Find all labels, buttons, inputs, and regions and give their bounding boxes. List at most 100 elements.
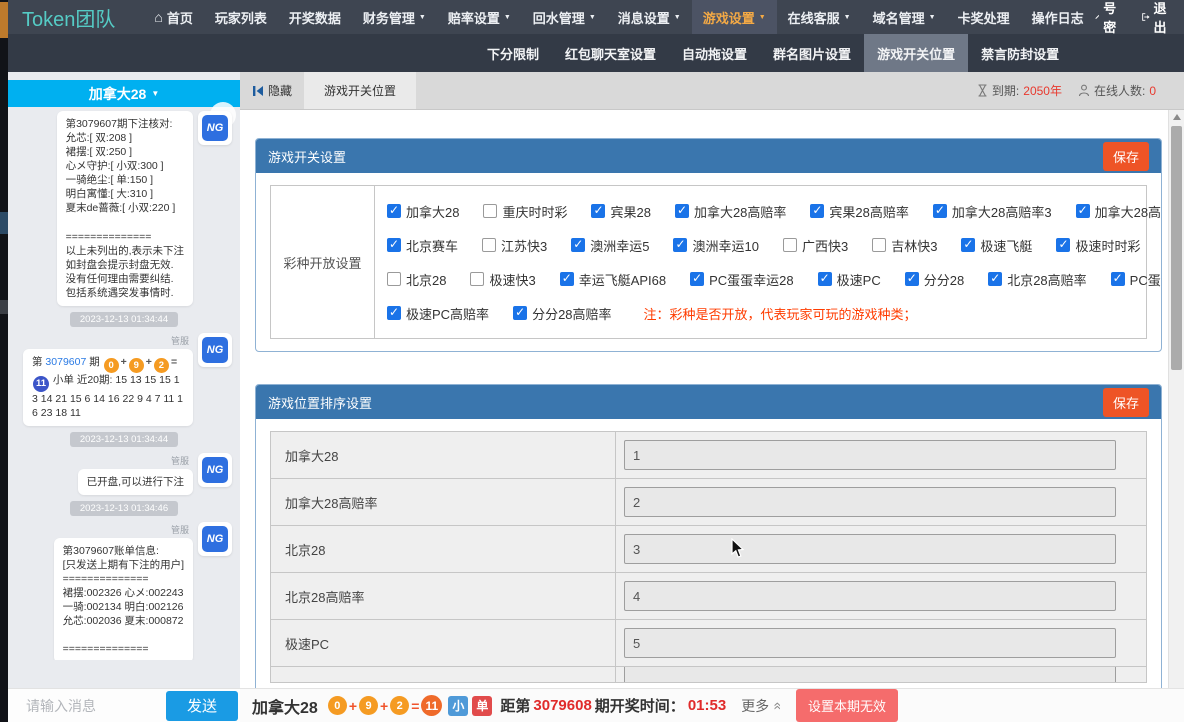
lottery-checkbox[interactable]: 加拿大28高赔率 bbox=[675, 202, 786, 221]
lottery-checkbox[interactable]: 广西快3 bbox=[783, 236, 848, 255]
brand-logo: Token团队 bbox=[22, 3, 115, 32]
topnav-item[interactable]: 域名管理▼ bbox=[862, 0, 947, 34]
lottery-checkbox[interactable]: 极速PC高赔率 bbox=[387, 304, 489, 323]
topnav-item[interactable]: 操作日志 bbox=[1021, 0, 1095, 34]
next-draw-info: 距第 3079608 期开奖时间： 01:53 更多 » bbox=[500, 695, 780, 716]
topnav-item-label: 消息设置 bbox=[618, 8, 670, 27]
equals-sign: = bbox=[171, 356, 177, 368]
chevron-down-icon: ▼ bbox=[759, 14, 766, 21]
subnav-item[interactable]: 群名图片设置 bbox=[760, 34, 864, 72]
checkbox-label: 宾果28 bbox=[610, 202, 650, 221]
lottery-checkbox[interactable]: PC蛋蛋幸运28 bbox=[690, 270, 794, 289]
lottery-checkbox[interactable]: 加拿大28高赔率4 bbox=[1076, 202, 1162, 221]
scrollbar-thumb[interactable] bbox=[1171, 126, 1182, 370]
topnav-item[interactable]: 在线客服▼ bbox=[777, 0, 862, 34]
lottery-checkbox[interactable]: 北京28 bbox=[387, 270, 446, 289]
lottery-checkbox[interactable]: 澳洲幸运5 bbox=[571, 236, 649, 255]
checkbox-label: 极速PC高赔率 bbox=[406, 304, 489, 323]
lottery-checkbox[interactable]: PC蛋蛋幸运28高赔率 bbox=[1111, 270, 1162, 289]
plus-sign: + bbox=[380, 698, 388, 714]
lottery-checkbox[interactable]: 加拿大28高赔率3 bbox=[933, 202, 1052, 221]
subnav-item[interactable]: 禁言防封设置 bbox=[968, 34, 1072, 72]
draw-sum: 11 bbox=[33, 376, 49, 392]
lottery-checkbox[interactable]: 极速时时彩 bbox=[1056, 236, 1140, 255]
lottery-checkbox[interactable]: 宾果28 bbox=[591, 202, 650, 221]
checkbox-row: 极速PC高赔率分分28高赔率注：彩种是否开放，代表玩家可玩的游戏种类； bbox=[387, 296, 1162, 330]
draw-number: 0 bbox=[328, 696, 347, 715]
topnav-item[interactable]: 卡奖处理 bbox=[947, 0, 1021, 34]
message-column: 管服第 3079607 期 0+9+2=11 小单 近20期: 15 13 15… bbox=[23, 333, 193, 426]
topnav-item-label: 赔率设置 bbox=[448, 8, 500, 27]
draw-number: 0 bbox=[104, 358, 119, 373]
subnav-item[interactable]: 游戏开关位置 bbox=[864, 34, 968, 72]
sort-order-input[interactable] bbox=[624, 628, 1116, 658]
topnav-item[interactable]: 赔率设置▼ bbox=[437, 0, 522, 34]
lottery-checkbox[interactable]: 重庆时时彩 bbox=[483, 202, 567, 221]
lottery-checkbox[interactable]: 吉林快3 bbox=[872, 236, 937, 255]
checkbox-box bbox=[483, 204, 497, 218]
ng-logo: NG bbox=[202, 337, 228, 363]
sort-order-input[interactable] bbox=[624, 440, 1116, 470]
logout-link[interactable]: 退出 bbox=[1142, 0, 1171, 36]
topnav-item[interactable]: 回水管理▼ bbox=[522, 0, 607, 34]
sort-order-input[interactable] bbox=[624, 534, 1116, 564]
save-switch-button[interactable]: 保存 bbox=[1103, 142, 1149, 171]
draw-number: 2 bbox=[154, 358, 169, 373]
chat-room-selector[interactable]: 加拿大28 ▼ bbox=[8, 80, 240, 107]
lottery-checkbox[interactable]: 北京赛车 bbox=[387, 236, 458, 255]
send-button[interactable]: 发送 bbox=[166, 691, 238, 721]
chat-message-list[interactable]: 第3079607期下注核对:允芯:[ 双:208 ]裙摆:[ 双:250 ]心メ… bbox=[8, 107, 240, 660]
lottery-checkbox[interactable]: 极速飞艇 bbox=[961, 236, 1032, 255]
sort-row: 加拿大28 bbox=[271, 432, 1146, 479]
save-sort-button[interactable]: 保存 bbox=[1103, 388, 1149, 417]
sort-row-name: 北京28高赔率 bbox=[271, 573, 616, 619]
chevron-down-icon: ▼ bbox=[151, 89, 159, 98]
topnav-item[interactable]: 财务管理▼ bbox=[352, 0, 437, 34]
tab-game-switch-position[interactable]: 游戏开关位置 bbox=[304, 72, 416, 109]
sort-row-name: 极速PC bbox=[271, 620, 616, 666]
lottery-checkbox[interactable]: 极速快3 bbox=[470, 270, 535, 289]
vertical-scrollbar[interactable] bbox=[1168, 110, 1184, 688]
subnav-item-label: 禁言防封设置 bbox=[981, 44, 1059, 63]
message-column: 管服已开盘,可以进行下注 bbox=[78, 453, 193, 495]
topnav-item[interactable]: 游戏设置▼ bbox=[692, 0, 777, 34]
plus-sign: + bbox=[349, 698, 357, 714]
sort-order-input[interactable] bbox=[624, 667, 1116, 682]
topnav-item-label: 操作日志 bbox=[1032, 8, 1084, 27]
checkbox-row: 北京28 极速快3 幸运飞艇API68 PC蛋蛋幸运28 极速PC 分分28 北京28高赔率… bbox=[387, 262, 1162, 296]
hide-sidebar-button[interactable]: 隐藏 bbox=[240, 72, 304, 109]
lottery-checkbox[interactable]: 江苏快3 bbox=[482, 236, 547, 255]
sort-order-input[interactable] bbox=[624, 487, 1116, 517]
topnav-item[interactable]: ⌂首页 bbox=[143, 0, 203, 34]
chat-message-input[interactable] bbox=[26, 698, 166, 714]
subnav-item[interactable]: 红包聊天室设置 bbox=[552, 34, 669, 72]
topnav-item[interactable]: 开奖数据 bbox=[278, 0, 352, 34]
more-toggle[interactable]: 更多 » bbox=[741, 696, 780, 716]
scrollbar-up-arrow[interactable] bbox=[1173, 114, 1181, 120]
lottery-checkbox[interactable]: 北京28高赔率 bbox=[988, 270, 1086, 289]
checkbox-label: 加拿大28 bbox=[406, 202, 459, 221]
lottery-checkbox[interactable]: 幸运飞艇API68 bbox=[560, 270, 666, 289]
lottery-checkbox[interactable]: 极速PC bbox=[818, 270, 881, 289]
subnav-item[interactable]: 下分限制 bbox=[474, 34, 552, 72]
sort-row: 加拿大28高赔率 bbox=[271, 479, 1146, 526]
sort-row-name: 北京28 bbox=[271, 526, 616, 572]
lottery-checkbox[interactable]: 分分28 bbox=[905, 270, 964, 289]
lottery-checkbox[interactable]: 宾果28高赔率 bbox=[810, 202, 908, 221]
lottery-checkbox[interactable]: 澳洲幸运10 bbox=[673, 236, 758, 255]
lottery-checkbox[interactable]: 加拿大28 bbox=[387, 202, 459, 221]
topnav-item[interactable]: 消息设置▼ bbox=[607, 0, 692, 34]
checkbox-box bbox=[673, 238, 687, 252]
chat-message: 第3079607期下注核对:允芯:[ 双:208 ]裙摆:[ 双:250 ]心メ… bbox=[16, 111, 232, 306]
lottery-checkbox[interactable]: 分分28高赔率 bbox=[513, 304, 611, 323]
invalidate-issue-button[interactable]: 设置本期无效 bbox=[796, 689, 898, 722]
parity-badge: 单 bbox=[472, 696, 492, 716]
sort-order-input[interactable] bbox=[624, 581, 1116, 611]
checkbox-box bbox=[783, 238, 797, 252]
subnav-item[interactable]: 自动拖设置 bbox=[669, 34, 760, 72]
sender-name: 管服 bbox=[82, 454, 189, 467]
topnav-item[interactable]: 玩家列表 bbox=[204, 0, 278, 34]
checkbox-label: 加拿大28高赔率4 bbox=[1095, 202, 1162, 221]
background-icon-blue bbox=[0, 212, 8, 234]
panel-sort-title: 游戏位置排序设置 bbox=[268, 393, 372, 412]
